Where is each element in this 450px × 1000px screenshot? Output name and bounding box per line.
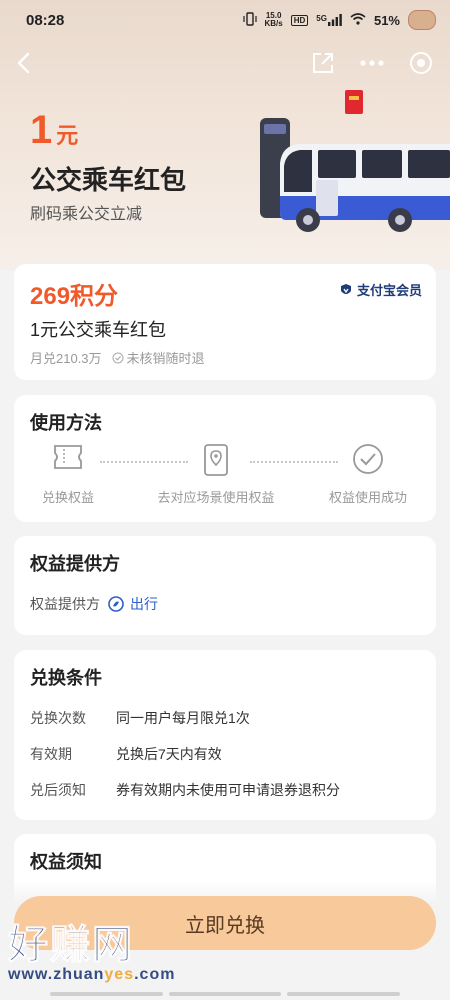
hero-title: 公交乘车红包 xyxy=(30,165,187,195)
points-price: 269积分 xyxy=(30,283,119,310)
usage-title: 使用方法 xyxy=(30,413,102,433)
network-type: 5G xyxy=(316,14,327,23)
provider-link[interactable]: 出行 xyxy=(108,594,158,614)
vibrate-icon xyxy=(242,11,257,29)
close-miniapp-button[interactable] xyxy=(403,45,439,81)
usage-step-1-label: 兑换权益 xyxy=(41,490,94,505)
provider-key: 权益提供方 xyxy=(30,596,100,612)
provider-row: 权益提供方 出行 xyxy=(30,594,158,614)
more-dots-icon xyxy=(360,60,384,66)
alipay-member-icon xyxy=(340,283,351,294)
provider-title: 权益提供方 xyxy=(30,554,120,574)
refund-policy-text: 未核销随时退 xyxy=(126,351,205,366)
status-bar: 08:28 15.0 KB/s HD 5G 51% xyxy=(0,0,450,40)
gesture-bar xyxy=(50,992,401,996)
product-name: 1元公交乘车红包 xyxy=(30,320,167,340)
travel-logo-icon xyxy=(108,596,124,612)
status-time: 08:28 xyxy=(26,12,65,29)
refund-policy: 未核销随时退 xyxy=(112,348,205,367)
signal-icon xyxy=(327,14,342,26)
usage-step-3: 权益使用成功 xyxy=(308,443,428,506)
condition-key: 有效期 xyxy=(30,746,72,762)
check-circle-small-icon xyxy=(112,352,124,363)
more-button[interactable] xyxy=(354,45,390,81)
hero-price-value: 1 xyxy=(30,108,53,152)
network-speed: 15.0 KB/s xyxy=(265,12,283,28)
conditions-card: 兑换条件 兑换次数 同一用户每月限兑1次 有效期 兑换后7天内有效 兑后须知 券… xyxy=(14,650,436,820)
network-speed-unit: KB/s xyxy=(264,19,283,28)
usage-step-2-label: 去对应场景使用权益 xyxy=(157,490,275,505)
top-navbar xyxy=(0,45,450,85)
hero-subtitle: 刷码乘公交立减 xyxy=(30,206,143,223)
condition-value: 券有效期内未使用可申请退券退积分 xyxy=(116,782,340,798)
check-circle-icon xyxy=(353,444,383,474)
notice-title: 权益须知 xyxy=(30,852,102,872)
monthly-redeem-count: 月兑210.3万 xyxy=(30,351,102,366)
usage-step-1: 兑换权益 xyxy=(8,443,128,506)
avatar[interactable] xyxy=(408,10,436,30)
ticket-icon xyxy=(54,445,82,469)
hero-price: 1元 xyxy=(30,108,78,153)
condition-value: 兑换后7天内有效 xyxy=(116,746,222,762)
condition-row: 有效期 兑换后7天内有效 xyxy=(30,744,222,764)
usage-step-3-label: 权益使用成功 xyxy=(328,490,407,505)
product-card: 269积分 支付宝会员 1元公交乘车红包 月兑210.3万 未核销随时退 xyxy=(14,264,436,380)
condition-row: 兑后须知 券有效期内未使用可申请退券退积分 xyxy=(30,780,340,800)
share-button[interactable] xyxy=(305,45,341,81)
signal-5g: 5G xyxy=(316,14,342,26)
target-icon xyxy=(410,52,432,74)
usage-step-2: 去对应场景使用权益 xyxy=(156,443,276,506)
redeem-now-button[interactable]: 立即兑换 xyxy=(14,896,436,950)
bus-illustration xyxy=(260,90,450,232)
condition-row: 兑换次数 同一用户每月限兑1次 xyxy=(30,708,250,728)
hd-badge: HD xyxy=(290,14,309,26)
product-meta: 月兑210.3万 未核销随时退 xyxy=(30,348,205,367)
status-icons: 15.0 KB/s HD 5G 51% xyxy=(242,10,436,30)
share-icon xyxy=(313,53,333,73)
condition-key: 兑后须知 xyxy=(30,782,86,798)
provider-value: 出行 xyxy=(130,596,158,612)
hero-price-unit: 元 xyxy=(56,123,79,148)
condition-value: 同一用户每月限兑1次 xyxy=(116,710,250,726)
usage-card: 使用方法 兑换权益 去对应场景使用权益 权益使用成功 xyxy=(14,395,436,522)
alipay-member-badge: 支付宝会员 xyxy=(339,280,422,299)
alipay-member-label: 支付宝会员 xyxy=(356,283,422,298)
chevron-left-icon xyxy=(17,52,30,74)
location-pin-icon xyxy=(204,444,228,476)
condition-key: 兑换次数 xyxy=(30,710,86,726)
provider-card: 权益提供方 权益提供方 出行 xyxy=(14,536,436,635)
battery-level: 51% xyxy=(373,12,400,28)
conditions-title: 兑换条件 xyxy=(30,668,102,688)
wifi-icon xyxy=(350,12,366,28)
back-button[interactable] xyxy=(6,45,42,81)
